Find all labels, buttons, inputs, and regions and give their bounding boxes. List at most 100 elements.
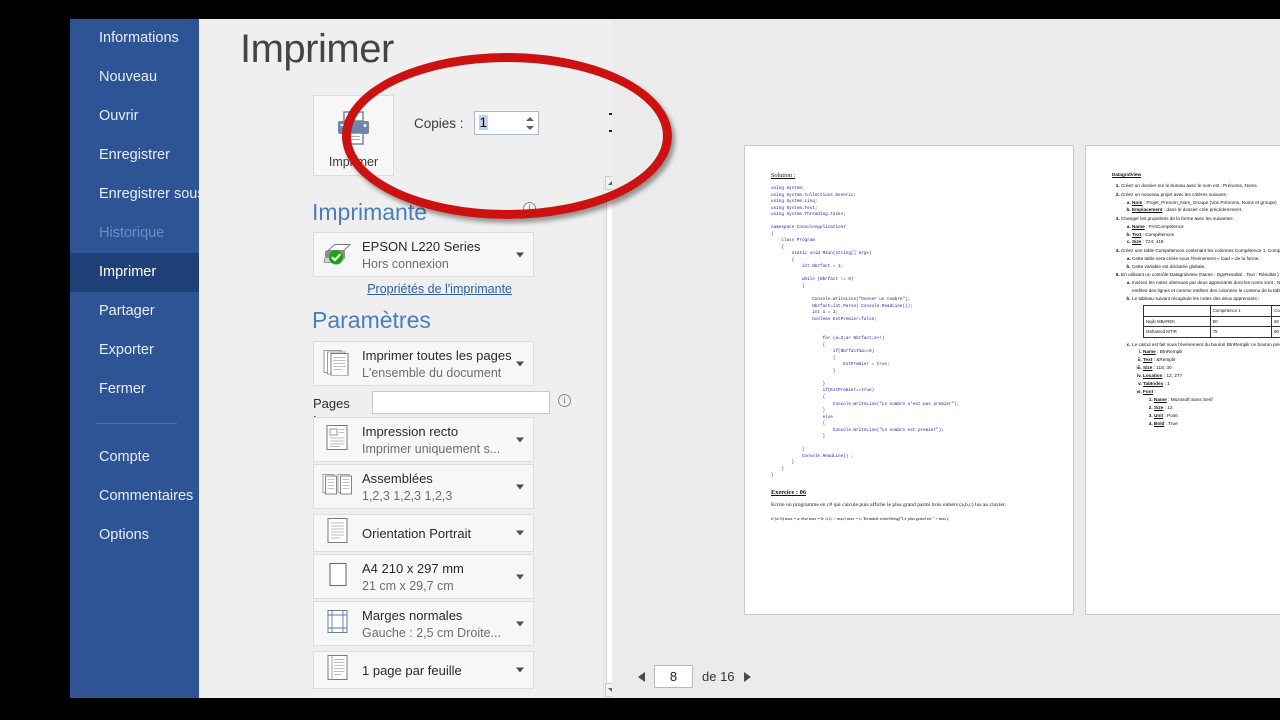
copies-input[interactable]: 1: [473, 111, 539, 135]
current-page-input[interactable]: [654, 665, 693, 688]
setting-subtitle: Gauche : 2,5 cm Droite...: [362, 626, 501, 640]
printer-name: EPSON L220 Series: [362, 239, 481, 254]
list-item: Font : Name : Microsoft Sans Serif Size …: [1143, 388, 1280, 428]
copies-decrement-button[interactable]: [525, 123, 535, 132]
setting-margins[interactable]: Marges normales Gauche : 2,5 cm Droite..…: [313, 601, 534, 646]
printer-properties-link[interactable]: Propriétés de l'imprimante: [367, 282, 512, 296]
list-item: Size : 724; 418: [1132, 238, 1280, 246]
sidebar-item-ouvrir[interactable]: Ouvrir: [70, 97, 199, 136]
exercise-code: if (a>b) max = a; else max = b; if (c > …: [771, 515, 949, 521]
copies-increment-button[interactable]: [525, 114, 535, 123]
setting-title: Assemblées: [362, 471, 433, 486]
copies-label: Copies :: [414, 115, 464, 131]
list-item: Nom : Projet_Prenom_Nom_Groupe (Vos Prén…: [1132, 199, 1280, 207]
chevron-down-icon: [516, 530, 524, 536]
sidebar-item-enregistrer-sous[interactable]: Enregistrer sous: [70, 175, 205, 214]
screen-letterbox: Informations Nouveau Ouvrir Enregistrer Enre…: [0, 0, 1280, 720]
list-item: Le tableau suivant récapitule les notes …: [1132, 295, 1280, 338]
printer-status: Hors connexion: [362, 257, 449, 271]
list-item: Name : FrmCompétence: [1132, 223, 1280, 231]
printer-select[interactable]: EPSON L220 Series Hors connexion: [313, 232, 534, 277]
printer-status-icon: [322, 239, 354, 270]
copies-row: Copies : 1: [414, 111, 539, 135]
paper-size-icon: [322, 560, 352, 593]
list-item: Changer les propriétés de la forme avec …: [1121, 215, 1280, 246]
setting-subtitle: 1,2,3 1,2,3 1,2,3: [362, 489, 453, 503]
pages-info-icon[interactable]: i: [558, 394, 571, 407]
list-item: Bold : True: [1154, 420, 1280, 428]
setting-print-range[interactable]: Imprimer toutes les pages L'ensemble du …: [313, 341, 534, 386]
next-page-button[interactable]: [743, 671, 751, 682]
list-item: Name : Microsoft Sans Serif: [1154, 396, 1280, 404]
printer-section-heading: Imprimante: [312, 199, 428, 225]
chevron-down-icon: [516, 667, 524, 673]
list-item: Unit : Point: [1154, 412, 1280, 420]
chevron-down-icon: [516, 484, 524, 489]
preview-page-left[interactable]: Solution : using System; using System.Co…: [744, 145, 1074, 615]
backstage-print-view: Informations Nouveau Ouvrir Enregistrer Enre…: [70, 19, 1280, 698]
sidebar-item-nouveau[interactable]: Nouveau: [70, 58, 199, 97]
instruction-list: Créez un dossier sur le bureau avec le n…: [1121, 182, 1280, 428]
setting-title: Imprimer toutes les pages: [362, 348, 512, 363]
setting-title: A4 210 x 297 mm: [362, 561, 464, 576]
margins-icon: [322, 607, 352, 640]
chevron-down-icon: [516, 361, 524, 366]
previous-page-button[interactable]: [638, 671, 645, 682]
list-item: Cette variable est déclarée globale.: [1132, 263, 1280, 271]
table-row: Mohamed MTIR 75 90 95: [1143, 326, 1280, 338]
list-item: Créez une table Compétences contenant le…: [1121, 247, 1280, 270]
exercise-heading: Exercice : 06: [771, 488, 807, 496]
sidebar-divider: [96, 423, 177, 424]
sidebar-item-enregistrer[interactable]: Enregistrer: [70, 136, 199, 175]
list-item: Size : 12: [1154, 404, 1280, 412]
list-item: Cette table sera créée sous l'événement …: [1132, 255, 1280, 263]
chevron-down-icon: [516, 437, 524, 442]
pages-input[interactable]: [372, 391, 550, 414]
setting-pages-per-sheet[interactable]: 1 page par feuille: [313, 651, 534, 689]
print-button[interactable]: Imprimer: [313, 95, 394, 176]
print-settings-column: Imprimer Imprimer Copies : 1 Imprimante …: [199, 19, 619, 698]
list-item: TabIndex : 1: [1143, 380, 1280, 388]
collate-icon: [322, 470, 354, 503]
pages-per-sheet-icon: [322, 654, 352, 687]
chevron-down-icon: [516, 252, 524, 257]
page-title: Imprimer: [240, 27, 394, 71]
competences-table: Compétence 1 Compétence 2 Compétence 3 N…: [1143, 305, 1280, 338]
printer-info-icon[interactable]: i: [523, 202, 536, 215]
setting-title: Marges normales: [362, 608, 463, 623]
print-preview-pane: Solution : using System; using System.Co…: [612, 19, 1280, 698]
sidebar-item-imprimer[interactable]: Imprimer: [70, 253, 199, 292]
list-item: Insérez les notes obtenues par deux appr…: [1132, 279, 1280, 295]
preview-page-right[interactable]: DatagridView Créez un dossier sur le bur…: [1085, 145, 1280, 615]
table-row: Nejib MBAREK 80 60 65: [1143, 315, 1280, 328]
copies-value: 1: [478, 115, 489, 130]
setting-collation[interactable]: Assemblées 1,2,3 1,2,3 1,2,3: [313, 464, 534, 509]
chevron-down-icon: [516, 574, 524, 579]
sidebar-item-exporter[interactable]: Exporter: [70, 331, 199, 370]
exercise-body: Ecrire un programme en c# qui calcule pu…: [771, 501, 1006, 508]
setting-subtitle: L'ensemble du document: [362, 366, 502, 380]
preview-page-navigation: de 16: [638, 665, 751, 688]
list-item: Créez un dossier sur le bureau avec le n…: [1121, 182, 1280, 190]
right-page-title: DatagridView: [1112, 172, 1142, 177]
table-header-row: Compétence 1 Compétence 2 Compétence 3: [1143, 305, 1280, 317]
sidebar-item-commentaires[interactable]: Commentaires: [70, 477, 199, 516]
sidebar-item-historique: Historique: [99, 225, 165, 241]
settings-section-heading: Paramètres: [312, 307, 431, 333]
document-code-block: using System; using System.Collections.G…: [771, 186, 960, 479]
setting-orientation[interactable]: Orientation Portrait: [313, 514, 534, 552]
list-item: Name : BtnRemplir: [1143, 348, 1280, 356]
sidebar-item-fermer[interactable]: Fermer: [70, 370, 199, 409]
sidebar-item-options[interactable]: Options: [70, 516, 199, 555]
sidebar-item-compte[interactable]: Compte: [70, 438, 199, 477]
setting-paper-size[interactable]: A4 210 x 297 mm 21 cm x 29,7 cm: [313, 554, 534, 599]
setting-title: 1 page par feuille: [362, 663, 462, 678]
setting-duplex[interactable]: Impression recto Imprimer uniquement s..…: [313, 417, 534, 462]
chevron-down-icon: [516, 621, 524, 626]
backstage-sidebar: Informations Nouveau Ouvrir Enregistrer Enre…: [70, 19, 205, 698]
list-item: Créez un nouveau projet avec les critère…: [1121, 191, 1280, 214]
list-item: Location : 12; 277: [1143, 372, 1280, 380]
sidebar-item-informations[interactable]: Informations: [70, 19, 199, 58]
document-heading: Solution :: [771, 172, 796, 179]
sidebar-item-partager[interactable]: Partager: [70, 292, 199, 331]
